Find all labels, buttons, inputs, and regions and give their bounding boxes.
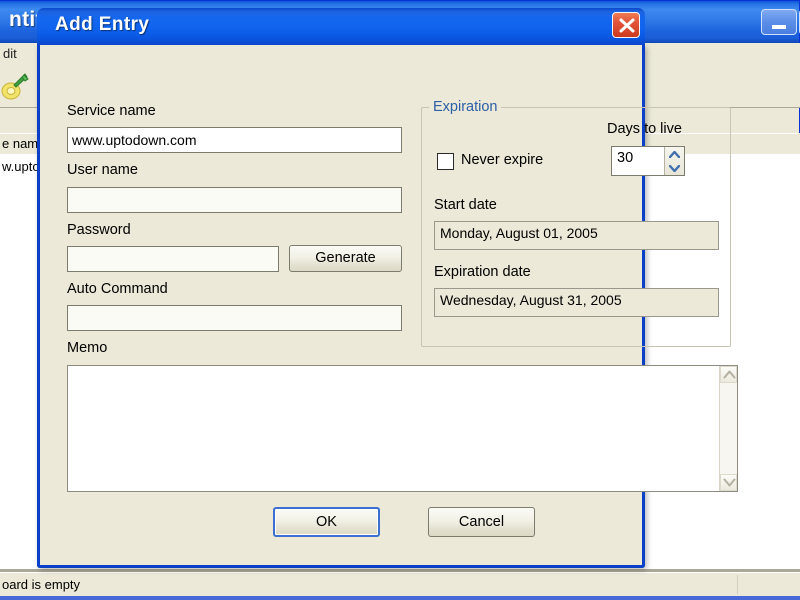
status-resize-grip[interactable]	[737, 575, 798, 594]
scroll-down-button[interactable]	[720, 474, 737, 491]
expiration-date-label: Expiration date	[434, 264, 531, 280]
password-input[interactable]	[67, 246, 279, 272]
menu-item-edit[interactable]: dit	[3, 46, 17, 61]
chevron-down-icon	[669, 165, 680, 172]
chevron-up-icon	[669, 151, 680, 158]
start-date-value: Monday, August 01, 2005	[434, 221, 719, 250]
never-expire-label: Never expire	[461, 152, 544, 168]
close-icon	[619, 18, 635, 33]
never-expire-checkbox[interactable]	[437, 153, 454, 170]
service-name-input[interactable]	[67, 127, 402, 153]
screen: ntitled Password List dit V e name w.upt…	[0, 0, 800, 600]
close-button[interactable]	[612, 12, 640, 38]
stepper-down-button[interactable]	[665, 161, 684, 175]
start-date-label: Start date	[434, 197, 497, 213]
stepper-buttons	[664, 147, 684, 175]
minimize-button[interactable]	[761, 9, 797, 35]
list-item[interactable]: w.upto	[2, 159, 40, 174]
memo-label: Memo	[67, 340, 108, 356]
parent-status-bar: oard is empty	[0, 572, 800, 596]
cancel-button[interactable]: Cancel	[428, 507, 535, 537]
taskbar-band	[0, 596, 800, 600]
password-label: Password	[67, 222, 131, 238]
generate-button[interactable]: Generate	[289, 245, 402, 272]
days-to-live-label: Days to live	[607, 121, 682, 137]
chevron-up-icon	[723, 370, 736, 379]
scroll-up-button[interactable]	[720, 366, 737, 383]
auto-command-input[interactable]	[67, 305, 402, 331]
days-to-live-value: 30	[617, 150, 634, 166]
add-entry-dialog: Add Entry Service name User name Passwor…	[37, 8, 738, 568]
service-name-label: Service name	[67, 103, 156, 119]
ok-button[interactable]: OK	[273, 507, 380, 537]
chevron-down-icon	[723, 478, 736, 487]
key-icon[interactable]	[0, 71, 30, 101]
auto-command-label: Auto Command	[67, 281, 168, 297]
dialog-body: Service name User name Password Generate…	[40, 45, 738, 562]
user-name-input[interactable]	[67, 187, 402, 213]
expiration-group-label: Expiration	[429, 99, 502, 115]
stepper-up-button[interactable]	[665, 147, 684, 161]
dialog-title: Add Entry	[55, 14, 150, 35]
status-text: oard is empty	[2, 577, 81, 592]
memo-textarea[interactable]	[67, 365, 738, 492]
memo-scrollbar[interactable]	[719, 366, 737, 491]
days-to-live-stepper[interactable]: 30	[611, 146, 685, 176]
expiration-date-value: Wednesday, August 31, 2005	[434, 288, 719, 317]
user-name-label: User name	[67, 162, 138, 178]
dialog-title-bar: Add Entry	[37, 8, 645, 45]
